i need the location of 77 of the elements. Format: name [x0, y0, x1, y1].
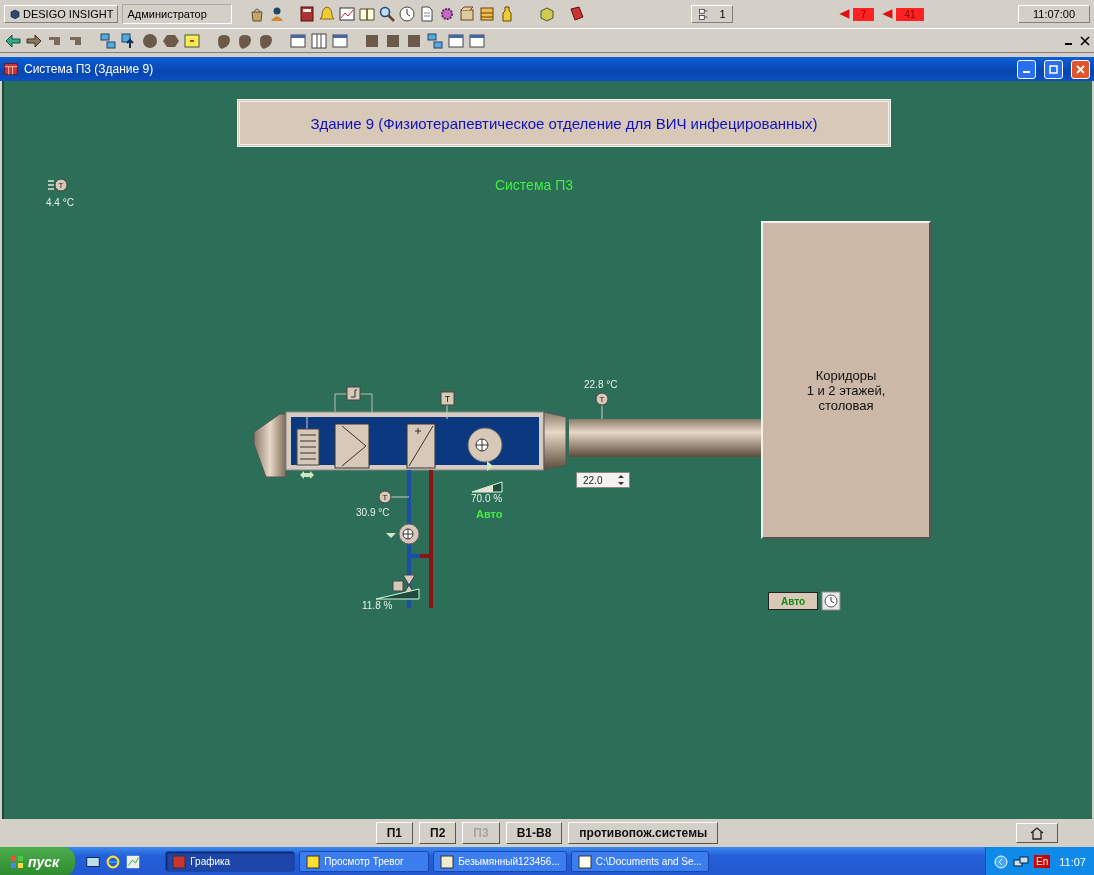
calculator-icon[interactable] — [298, 5, 317, 23]
fan-speed-reading: 70.0 % — [471, 493, 503, 504]
columns-icon[interactable] — [310, 31, 328, 50]
supply-temperature: 22.8 °C — [584, 379, 618, 390]
app-logo-button[interactable]: DESIGO INSIGHT — [4, 5, 119, 23]
valve-level-meter — [375, 588, 420, 600]
language-indicator[interactable]: En — [1034, 855, 1051, 868]
box-icon[interactable] — [458, 5, 477, 23]
close-icon[interactable] — [1080, 35, 1090, 46]
minimize-icon — [1023, 71, 1030, 73]
system-label: Система П3 — [493, 177, 575, 193]
valve-position-reading: 11.8 % — [362, 600, 393, 611]
windows-logo-icon — [10, 854, 24, 869]
maximize-icon — [1049, 64, 1058, 74]
expand-tray-icon[interactable] — [994, 854, 1009, 869]
fan-mode-label: Авто — [476, 508, 503, 520]
circle-icon[interactable] — [141, 31, 159, 50]
system-nav-button[interactable]: П2 — [419, 822, 457, 844]
taskbar-button[interactable]: C:\Documents and Se... — [570, 851, 709, 872]
pump-icon — [398, 523, 420, 545]
network-icon[interactable] — [1013, 854, 1030, 869]
minimize-button[interactable] — [1017, 59, 1036, 79]
fan-icon — [467, 427, 503, 463]
duct-transition — [543, 411, 567, 471]
pump-indicator-icon — [386, 533, 396, 538]
app-icon — [440, 854, 455, 869]
user-field[interactable]: Администратор — [122, 4, 233, 24]
return-temperature: 30.9 °C — [356, 507, 390, 518]
cube-logo-icon — [9, 8, 21, 20]
home-icon — [1030, 826, 1044, 840]
fan-level-meter — [471, 481, 503, 493]
system-nav-button[interactable]: П1 — [375, 822, 414, 844]
network-icon[interactable] — [99, 31, 117, 50]
cube-icon[interactable] — [538, 5, 557, 23]
app-icon — [172, 854, 187, 869]
network-icon[interactable] — [426, 31, 444, 50]
app-icon — [577, 854, 592, 869]
system-nav-button[interactable]: В1-В8 — [505, 822, 563, 844]
window-icon[interactable] — [331, 31, 349, 50]
zone-block: Коридоры 1 и 2 этажей, столовая — [761, 221, 931, 539]
run-indicator-icon — [487, 461, 493, 471]
search-icon[interactable] — [378, 5, 397, 23]
setpoint-spinner[interactable]: 22.0 — [576, 472, 630, 488]
home-button[interactable] — [1016, 823, 1058, 843]
chart-icon[interactable] — [125, 853, 142, 870]
app-icon — [306, 854, 321, 869]
damper-drawing — [296, 411, 320, 466]
schedule-clock-icon[interactable] — [821, 591, 841, 611]
browser-icon[interactable] — [105, 853, 122, 870]
damper-arrow-icon — [300, 471, 314, 479]
taskbar-button[interactable]: Просмотр Тревог — [299, 851, 430, 872]
building-title: Здание 9 (Физиотерапевтическое отделение для ВИЧ инфецированных) — [237, 99, 891, 147]
close-button[interactable] — [1071, 59, 1090, 79]
air-intake-hood — [253, 413, 287, 478]
window-icon — [4, 62, 18, 76]
maximize-button[interactable] — [1044, 59, 1063, 79]
start-button[interactable]: пуск — [0, 847, 76, 875]
close-icon — [1076, 64, 1085, 74]
folder-icon[interactable] — [183, 31, 201, 50]
filter-drawing — [334, 423, 370, 469]
window-title: Система П3 (Здание 9) — [24, 62, 154, 76]
window-icon[interactable] — [468, 31, 486, 50]
actuator-drawing — [334, 386, 373, 413]
window-icon[interactable] — [447, 31, 465, 50]
outdoor-temperature: 4.4 °C — [46, 197, 74, 208]
taskbar-button[interactable]: Графика — [165, 851, 296, 872]
window-icon[interactable] — [289, 31, 307, 50]
system-nav-button[interactable]: противопож.системы — [568, 822, 719, 844]
heater-coil-drawing — [406, 423, 436, 469]
taskbar-button[interactable]: Безымянный123456... — [433, 851, 567, 872]
chart-icon[interactable] — [338, 5, 357, 23]
alarm-flag-icon[interactable] — [880, 7, 895, 21]
stack-icon[interactable] — [478, 5, 497, 23]
taskbar-clock: 11:07 — [1059, 855, 1086, 868]
clock-text: 11:07:00 — [1018, 5, 1090, 23]
counter-text: 1 — [719, 8, 726, 20]
clock-icon[interactable] — [398, 5, 417, 23]
